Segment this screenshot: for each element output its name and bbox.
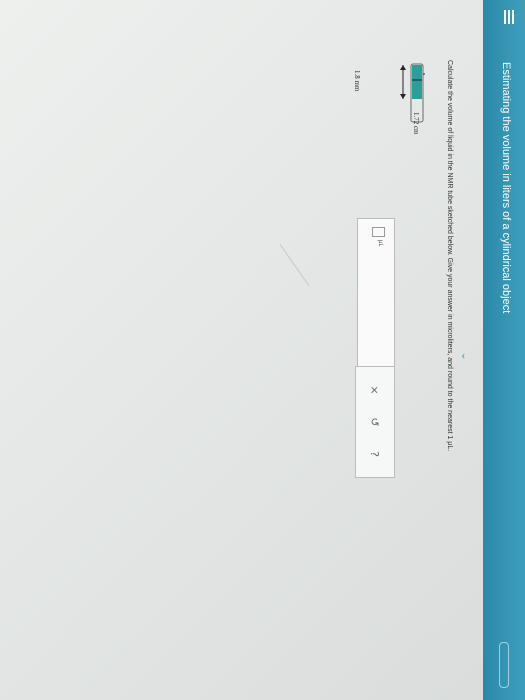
menu-icon[interactable] xyxy=(502,10,516,24)
diameter-label: 1.8 mm xyxy=(353,70,361,92)
answer-box: μL xyxy=(357,218,395,368)
height-arrow-head-left xyxy=(400,65,406,70)
progress-indicator xyxy=(499,642,509,688)
answer-input[interactable] xyxy=(372,227,385,237)
header-bar: Estimating the volume in liters of a cyl… xyxy=(483,0,525,700)
screen: Estimating the volume in liters of a cyl… xyxy=(0,0,525,700)
answer-toolbar: × ↺ ? xyxy=(355,366,395,478)
undo-button[interactable]: ↺ xyxy=(365,411,385,433)
height-arrow-head-right xyxy=(400,94,406,99)
answer-unit: μL xyxy=(377,240,383,247)
page-title: Estimating the volume in liters of a cyl… xyxy=(500,62,512,314)
question-text: Calculate the volume of liquid in the NM… xyxy=(446,60,453,452)
chevron-down-icon[interactable]: ⌄ xyxy=(459,352,470,360)
nmr-tube-diagram: 1.72 cm 1.8 mm xyxy=(275,62,427,362)
height-label: 1.72 cm xyxy=(412,112,420,135)
help-button[interactable]: ? xyxy=(365,443,385,465)
clear-button[interactable]: × xyxy=(365,379,385,401)
tube-liquid xyxy=(412,65,422,99)
